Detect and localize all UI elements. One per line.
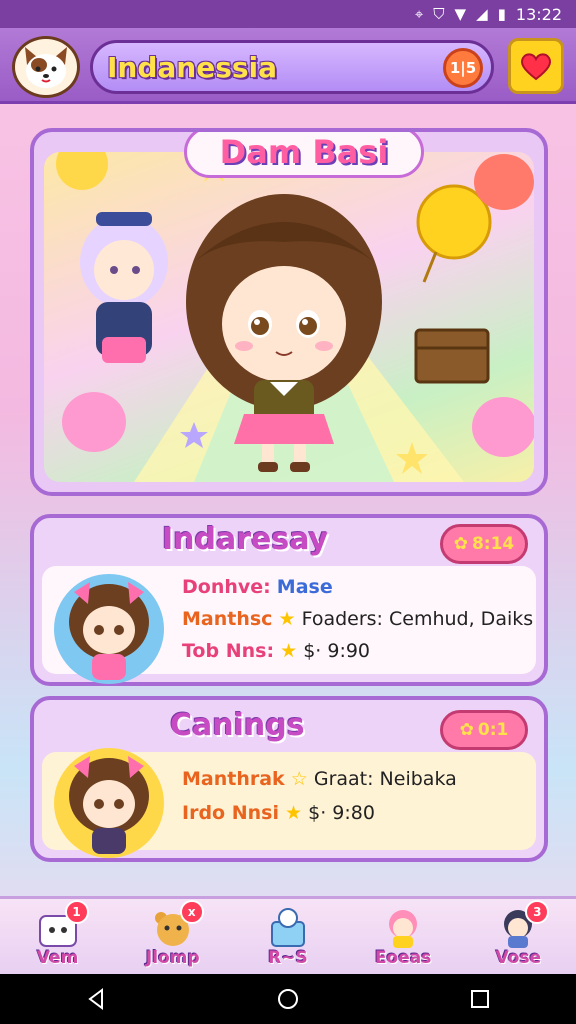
star-icon: ★ (280, 640, 298, 662)
back-icon[interactable] (84, 987, 108, 1011)
info-row: Manthsc ★ Foaders: Cemhud, Daiks (182, 608, 533, 630)
dog-avatar-icon (25, 47, 67, 88)
nav-label: Vem (36, 948, 79, 968)
home-icon[interactable] (276, 987, 300, 1011)
nav-item-jlomp[interactable]: Jlomp x (128, 900, 218, 974)
star-icon: ★ (285, 802, 303, 824)
row-value: Graat: Neibaka (313, 768, 457, 790)
row-label: Donhve: (182, 576, 271, 598)
nav-item-rs[interactable]: R~S (243, 900, 333, 974)
nav-item-vem[interactable]: Vem 1 (13, 900, 103, 974)
signal-icon: ◢ (476, 5, 488, 23)
row-value: Foaders: Cemhud, Daiks (301, 608, 534, 630)
avatar[interactable] (12, 36, 80, 98)
card-badge[interactable]: ✿ 0:1 (440, 710, 528, 750)
favorite-button[interactable] (508, 38, 564, 94)
character-icon (69, 756, 149, 854)
nav-label: Vose (495, 948, 542, 968)
character-card[interactable]: Indaresay ✿ 8:14 Donhve: Mase Manthsc ★ … (30, 514, 548, 686)
page-title: Indanessia (107, 51, 278, 84)
bottom-nav: Vem 1 Jlomp x R~S Eoeas Vose 3 (0, 896, 576, 974)
system-nav-bar (0, 974, 576, 1024)
card-title: Canings (170, 708, 305, 743)
notification-badge: 1 (64, 900, 89, 924)
info-row: Manthrak ☆ Graat: Neibaka (182, 768, 457, 790)
hero-panel: Dam Basi (30, 128, 548, 496)
star-icon: ✿ (453, 534, 468, 554)
row-value: $· 9:90 (303, 640, 371, 662)
recents-icon[interactable] (468, 987, 492, 1011)
row-value: $· 9:80 (308, 802, 375, 824)
status-time: 13:22 (515, 4, 562, 24)
battery-icon: ▮ (497, 5, 506, 23)
card-body: Donhve: Mase Manthsc ★ Foaders: Cemhud, … (42, 566, 536, 684)
title-badge[interactable]: 1|5 (443, 48, 483, 88)
character-portrait (54, 748, 164, 858)
shield-icon: ⛉ (433, 5, 445, 23)
star-icon: ☆ (290, 768, 308, 790)
hero-scene[interactable] (44, 152, 534, 482)
wifi-icon: ▼ (454, 5, 467, 23)
hero-title: Dam Basi (184, 132, 424, 178)
row-label: Manthrak (182, 768, 285, 790)
hero-illustration (56, 152, 534, 482)
notification-badge: 3 (525, 900, 550, 924)
character-card[interactable]: Canings ✿ 0:1 Manthrak ☆ Graat: Neibaka … (30, 696, 548, 862)
info-row: Tob Nns: ★ $· 9:90 (182, 640, 370, 662)
girl-character-icon (389, 910, 418, 948)
card-badge-value: 8:14 (471, 534, 515, 554)
nav-label: R~S (268, 948, 308, 968)
book-character-icon (270, 908, 305, 947)
row-value: Mase (276, 576, 333, 598)
star-icon: ✿ (459, 720, 474, 740)
title-bar: Indanessia 1|5 (90, 40, 494, 94)
header: Indanessia 1|5 (0, 28, 576, 104)
location-icon: ⌖ (414, 5, 424, 23)
info-row: Irdo Nnsi ★ $· 9:80 (182, 802, 375, 824)
nav-item-eoeas[interactable]: Eoeas (358, 900, 448, 974)
row-label: Tob Nns: (182, 640, 275, 662)
row-label: Manthsc (182, 608, 273, 630)
card-title: Indaresay (162, 522, 329, 557)
card-badge-value: 0:1 (477, 720, 509, 740)
row-label: Irdo Nnsi (182, 802, 279, 824)
card-body: Manthrak ☆ Graat: Neibaka Irdo Nnsi ★ $·… (42, 748, 536, 858)
nav-label: Jlomp (145, 948, 200, 968)
character-portrait (54, 574, 164, 684)
nav-item-vose[interactable]: Vose 3 (473, 900, 563, 974)
heart-icon (520, 53, 552, 81)
nav-label: Eoeas (374, 948, 432, 968)
star-icon: ★ (278, 608, 296, 630)
notification-badge: x (179, 900, 204, 924)
status-bar: ⌖ ⛉ ▼ ◢ ▮ 13:22 (0, 0, 576, 28)
character-icon (69, 582, 149, 680)
info-row: Donhve: Mase (182, 576, 333, 598)
card-badge[interactable]: ✿ 8:14 (440, 524, 528, 564)
